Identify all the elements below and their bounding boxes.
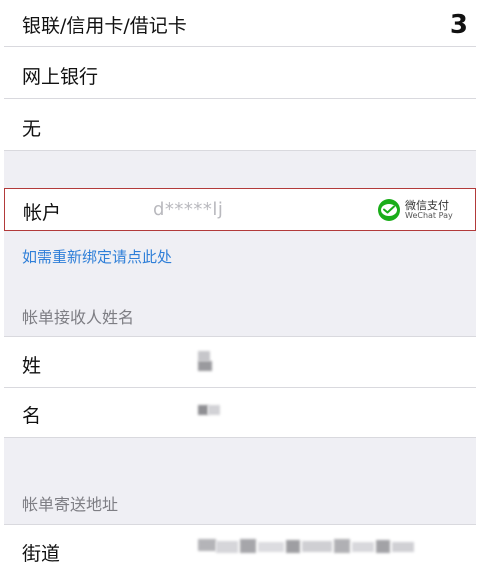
first-name-label: 名 [22,405,42,427]
street-value-redacted-10 [392,542,414,552]
first-name-value-redacted [198,405,208,415]
street-label: 街道 [22,543,61,565]
street-value-redacted-6 [302,541,332,552]
street-field[interactable]: 街道 [4,524,476,585]
billing-address-header: 帐单寄送地址 [4,478,476,524]
billing-address-header-text: 帐单寄送地址 [22,495,119,514]
payment-option-card[interactable]: 银联/信用卡/借记卡 3 [4,0,476,47]
payment-count: 3 [449,10,468,40]
rebind-account-link[interactable]: 如需重新绑定请点此处 [22,246,172,267]
street-value-redacted-7 [334,539,350,553]
street-value-redacted-1 [198,539,216,551]
payment-option-online-banking[interactable]: 网上银行 [4,47,476,99]
account-row[interactable]: 帐户 d*****lj 微信支付 WeChat Pay [4,188,476,231]
street-value-redacted-9 [376,540,390,553]
last-name-value-redacted [198,351,210,361]
first-name-field[interactable]: 名 [4,388,476,438]
street-value-redacted-8 [352,542,374,552]
street-value-redacted-5 [286,540,300,553]
street-value-redacted-2 [216,541,238,553]
billing-recipient-header-text: 帐单接收人姓名 [22,308,135,327]
street-value-redacted-4 [258,542,284,552]
billing-recipient-header: 帐单接收人姓名 [4,290,476,336]
payment-option-none[interactable]: 无 [4,99,476,151]
last-name-value-redacted-2 [198,361,212,371]
wechat-pay-badge: 微信支付 WeChat Pay [377,197,467,223]
payment-option-online-banking-label: 网上银行 [22,66,99,88]
last-name-label: 姓 [22,355,42,377]
last-name-field[interactable]: 姓 [4,336,476,388]
wechat-pay-icon [378,199,400,221]
account-masked-value: d*****lj [153,199,224,220]
wechat-pay-en-label: WeChat Pay [405,211,453,220]
payment-option-card-label: 银联/信用卡/借记卡 [22,15,187,37]
payment-settings-screen: 银联/信用卡/借记卡 3 网上银行 无 帐户 d*****lj 微信支付 WeC… [4,0,476,585]
street-value-redacted-3 [240,539,256,553]
payment-option-none-label: 无 [22,118,42,140]
account-label: 帐户 [23,202,62,224]
first-name-value-redacted-2 [208,405,220,415]
